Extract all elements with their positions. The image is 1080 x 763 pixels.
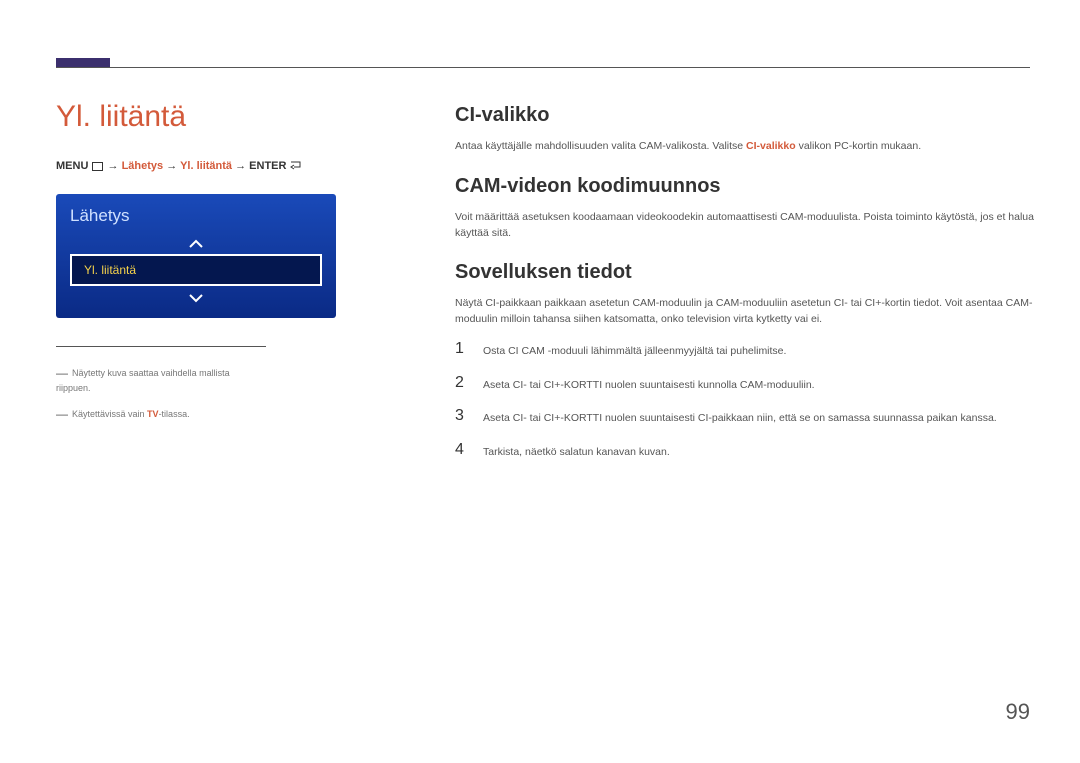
step-row: 4 Tarkista, näetkö salatun kanavan kuvan…: [455, 441, 1045, 461]
section-body-ci: Antaa käyttäjälle mahdollisuuden valita …: [455, 139, 1045, 155]
page-title: Yl. liitäntä: [56, 100, 346, 134]
dash-icon: ―: [56, 366, 68, 380]
footnote-1-text: Näytetty kuva saattaa vaihdella mallista…: [56, 368, 230, 393]
s1-text-b: valikon PC-kortin mukaan.: [796, 140, 921, 152]
footnote-1: ―Näytetty kuva saattaa vaihdella mallist…: [56, 365, 266, 394]
step-number: 2: [455, 374, 483, 392]
breadcrumb-path2: Yl. liitäntä: [180, 160, 232, 172]
chevron-down-icon: [188, 293, 204, 303]
section-heading-app: Sovelluksen tiedot: [455, 261, 1045, 284]
page-number: 99: [1006, 699, 1030, 725]
steps-list: 1 Osta CI CAM -moduuli lähimmältä jällee…: [455, 340, 1045, 461]
breadcrumb-menu: MENU: [56, 160, 88, 172]
breadcrumb-arrow: →: [235, 160, 249, 172]
step-row: 3 Aseta CI- tai CI+-KORTTI nuolen suunta…: [455, 407, 1045, 427]
left-column: Yl. liitäntä MENU → Lähetys → Yl. liitän…: [56, 100, 346, 435]
footnote-2-text-b: -tilassa.: [159, 409, 190, 419]
breadcrumb-arrow: →: [108, 160, 122, 172]
section-heading-ci: CI-valikko: [455, 104, 1045, 127]
tv-menu-title: Lähetys: [70, 206, 322, 226]
section-body-app: Näytä CI-paikkaan paikkaan asetetun CAM-…: [455, 296, 1045, 328]
breadcrumb-enter: ENTER: [249, 160, 286, 172]
s1-text-a: Antaa käyttäjälle mahdollisuuden valita …: [455, 140, 746, 152]
tv-menu-down[interactable]: [70, 290, 322, 304]
step-text: Aseta CI- tai CI+-KORTTI nuolen suuntais…: [483, 407, 997, 427]
tv-menu-panel: Lähetys Yl. liitäntä: [56, 194, 336, 318]
enter-icon: [290, 161, 302, 171]
step-text: Osta CI CAM -moduuli lähimmältä jälleenm…: [483, 340, 786, 360]
step-text: Tarkista, näetkö salatun kanavan kuvan.: [483, 441, 670, 461]
tv-menu-up[interactable]: [70, 236, 322, 250]
step-number: 3: [455, 407, 483, 425]
footnote-2-red: TV: [147, 409, 159, 419]
s1-text-red: CI-valikko: [746, 140, 796, 152]
header-bar: [56, 58, 1030, 76]
header-line: [56, 67, 1030, 68]
breadcrumb-arrow: →: [166, 160, 180, 172]
chevron-up-icon: [188, 239, 204, 249]
footnote-2-text-a: Käytettävissä vain: [72, 409, 147, 419]
right-column: CI-valikko Antaa käyttäjälle mahdollisuu…: [455, 100, 1045, 475]
step-text: Aseta CI- tai CI+-KORTTI nuolen suuntais…: [483, 374, 815, 394]
breadcrumb: MENU → Lähetys → Yl. liitäntä → ENTER: [56, 160, 346, 172]
step-number: 4: [455, 441, 483, 459]
dash-icon: ―: [56, 407, 68, 421]
step-row: 1 Osta CI CAM -moduuli lähimmältä jällee…: [455, 340, 1045, 360]
tv-menu-selected-item[interactable]: Yl. liitäntä: [70, 254, 322, 286]
step-row: 2 Aseta CI- tai CI+-KORTTI nuolen suunta…: [455, 374, 1045, 394]
footnotes: ―Näytetty kuva saattaa vaihdella mallist…: [56, 346, 266, 423]
step-number: 1: [455, 340, 483, 358]
section-body-cam: Voit määrittää asetuksen koodaamaan vide…: [455, 210, 1045, 242]
menu-icon: [92, 162, 103, 171]
section-heading-cam: CAM-videon koodimuunnos: [455, 175, 1045, 198]
breadcrumb-path1: Lähetys: [122, 160, 164, 172]
footnote-2: ― Käytettävissä vain TV-tilassa.: [56, 406, 266, 423]
